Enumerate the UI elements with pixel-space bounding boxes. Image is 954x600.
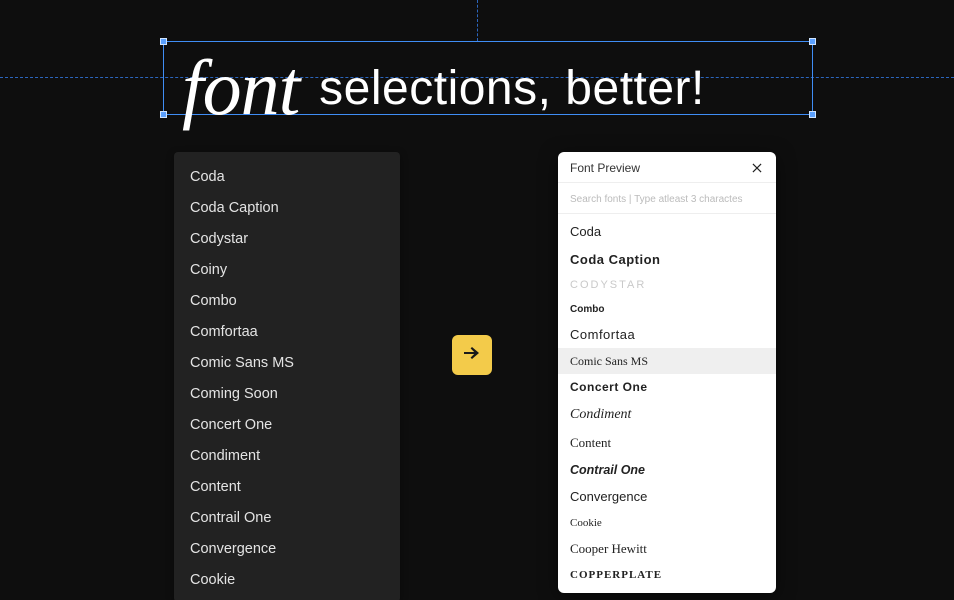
plain-font-item[interactable]: Cookie <box>174 565 400 596</box>
font-preview-item[interactable]: Contrail One <box>558 457 776 484</box>
plain-font-item[interactable]: Concert One <box>174 410 400 441</box>
resize-handle-bl[interactable] <box>160 111 167 118</box>
plain-font-item[interactable]: Coda Caption <box>174 193 400 224</box>
close-icon[interactable] <box>750 161 764 175</box>
font-preview-item[interactable]: Condiment <box>558 400 776 429</box>
heading-script-word: font <box>182 44 299 131</box>
font-preview-list: CodaCoda CaptionCODYSTARComboComfortaaCo… <box>558 214 776 593</box>
plain-font-item[interactable]: Condiment <box>174 441 400 472</box>
plain-font-item[interactable]: Comfortaa <box>174 317 400 348</box>
font-preview-item[interactable]: Coda Caption <box>558 246 776 274</box>
resize-handle-tl[interactable] <box>160 38 167 45</box>
plain-font-item[interactable]: Combo <box>174 286 400 317</box>
plain-font-item[interactable]: Comic Sans MS <box>174 348 400 379</box>
plain-font-item[interactable]: Convergence <box>174 534 400 565</box>
heading-rest: selections, better! <box>305 62 705 115</box>
font-preview-item[interactable]: Cookie <box>558 511 776 536</box>
font-preview-item[interactable]: Copperplate <box>558 563 776 588</box>
font-search-wrapper <box>558 182 776 214</box>
font-preview-item[interactable]: Combo <box>558 298 776 321</box>
font-preview-item[interactable]: Comfortaa <box>558 321 776 349</box>
plain-font-item[interactable]: Coming Soon <box>174 379 400 410</box>
plain-font-item[interactable]: Content <box>174 472 400 503</box>
font-preview-item[interactable]: Concert One <box>558 374 776 400</box>
plain-font-item[interactable]: Contrail One <box>174 503 400 534</box>
font-preview-item[interactable]: Cooper Hewitt <box>558 535 776 563</box>
plain-font-item[interactable]: Codystar <box>174 224 400 255</box>
font-preview-item[interactable]: CODYSTAR <box>558 273 776 298</box>
font-preview-title: Font Preview <box>570 161 640 175</box>
font-preview-panel: Font Preview CodaCoda CaptionCODYSTARCom… <box>558 152 776 593</box>
font-preview-item[interactable]: Comic Sans MS <box>558 348 776 374</box>
arrow-indicator <box>452 335 492 375</box>
arrow-right-icon <box>460 341 484 370</box>
plain-font-list: CodaCoda CaptionCodystarCoinyComboComfor… <box>174 152 400 600</box>
selected-text-frame[interactable]: font selections, better! <box>163 41 813 115</box>
font-preview-header: Font Preview <box>558 152 776 182</box>
plain-font-item[interactable]: Coda <box>174 162 400 193</box>
font-preview-item[interactable]: Content <box>558 429 776 457</box>
plain-font-item[interactable]: Coiny <box>174 255 400 286</box>
font-preview-item[interactable]: Coda <box>558 218 776 246</box>
resize-handle-tr[interactable] <box>809 38 816 45</box>
font-search-input[interactable] <box>570 194 764 205</box>
font-preview-item[interactable]: Convergence <box>558 483 776 511</box>
heading-text: font selections, better! <box>182 33 705 123</box>
resize-handle-br[interactable] <box>809 111 816 118</box>
